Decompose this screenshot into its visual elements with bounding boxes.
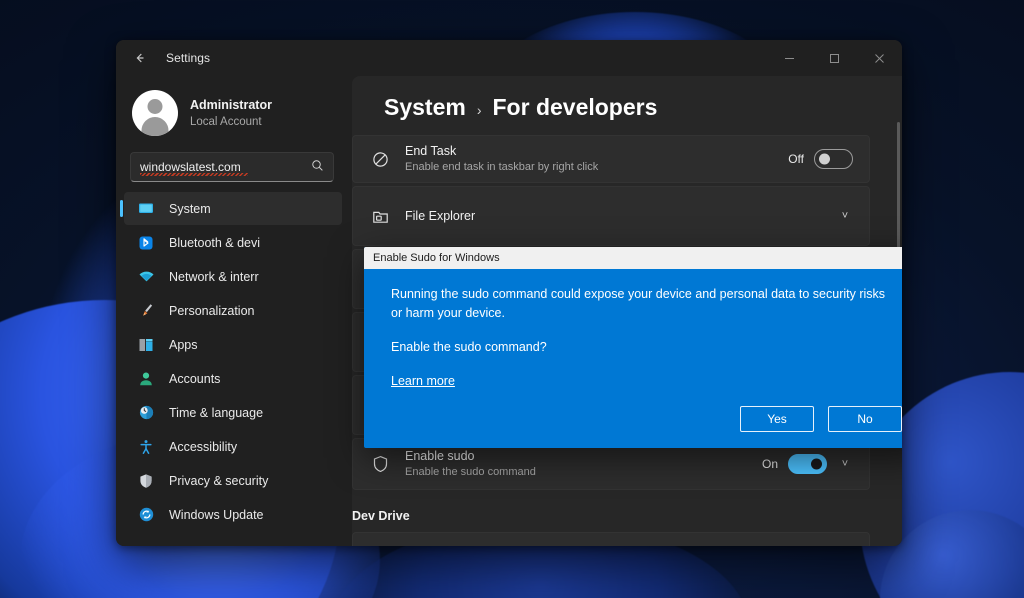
breadcrumb-root[interactable]: System (384, 94, 466, 121)
dialog-button-row: Yes No (391, 406, 902, 432)
window-controls (767, 40, 902, 76)
account-subtitle: Local Account (190, 114, 272, 130)
accessibility-icon (136, 437, 156, 457)
sidebar-item-label: Accounts (169, 372, 220, 386)
accounts-icon (136, 369, 156, 389)
folder-icon (369, 205, 391, 227)
enable-sudo-dialog: Enable Sudo for Windows Running the sudo… (364, 247, 902, 448)
dialog-paragraph-2: Enable the sudo command? (391, 338, 891, 357)
chevron-down-icon[interactable]: ˅ (837, 458, 853, 470)
sidebar-item-accounts[interactable]: Accounts (124, 362, 342, 395)
section-header-dev-drive: Dev Drive (352, 493, 870, 532)
setting-row-file-explorer[interactable]: File Explorer ˅ (352, 186, 870, 246)
back-button[interactable] (124, 42, 156, 74)
no-button[interactable]: No (828, 406, 902, 432)
window-titlebar: Settings (116, 40, 902, 76)
sidebar-item-label: Windows Update (169, 508, 264, 522)
sidebar: Administrator Local Account windowslates… (116, 76, 352, 546)
end-task-toggle[interactable] (814, 149, 853, 169)
learn-more-link[interactable]: Learn more (391, 374, 455, 388)
paintbrush-icon (136, 301, 156, 321)
sidebar-item-windows-update[interactable]: Windows Update (124, 498, 342, 531)
dialog-title: Enable Sudo for Windows (373, 252, 500, 264)
apps-icon (136, 335, 156, 355)
update-icon (136, 505, 156, 525)
setting-title: File Explorer (405, 207, 837, 226)
enable-sudo-toggle[interactable] (788, 454, 827, 474)
dialog-body: Running the sudo command could expose yo… (364, 269, 902, 448)
sidebar-item-label: System (169, 202, 211, 216)
sidebar-item-label: Accessibility (169, 440, 237, 454)
dialog-paragraph-1: Running the sudo command could expose yo… (391, 285, 891, 322)
setting-row-create-dev-drive[interactable]: Create a Dev Drive › (352, 532, 870, 546)
drive-icon (369, 544, 391, 546)
sidebar-item-label: Personalization (169, 304, 254, 318)
setting-subtitle: Enable the sudo command (405, 465, 762, 481)
yes-button[interactable]: Yes (740, 406, 814, 432)
account-block[interactable]: Administrator Local Account (116, 76, 348, 150)
sidebar-item-label: Time & language (169, 406, 263, 420)
sidebar-item-label: Apps (169, 338, 198, 352)
clock-icon (136, 403, 156, 423)
sidebar-item-accessibility[interactable]: Accessibility (124, 430, 342, 463)
setting-row-end-task[interactable]: End Task Enable end task in taskbar by r… (352, 135, 870, 183)
wifi-icon (136, 267, 156, 287)
setting-title: End Task (405, 142, 788, 161)
sidebar-item-time-language[interactable]: Time & language (124, 396, 342, 429)
sidebar-item-system[interactable]: System (124, 192, 342, 225)
account-name: Administrator (190, 96, 272, 114)
shield-icon (369, 453, 391, 475)
app-title: Settings (166, 51, 210, 65)
setting-subtitle: Enable end task in taskbar by right clic… (405, 160, 788, 176)
desktop-wallpaper: Settings Administrator (0, 0, 1024, 598)
breadcrumb-separator: › (477, 102, 482, 118)
maximize-icon[interactable] (812, 40, 857, 76)
spellcheck-underline (140, 173, 248, 176)
sidebar-item-label: Network & interr (169, 270, 259, 284)
sidebar-item-bluetooth[interactable]: Bluetooth & devi (124, 226, 342, 259)
status-label: On (762, 457, 778, 471)
block-icon (369, 148, 391, 170)
chevron-down-icon[interactable]: ˅ (837, 210, 853, 222)
sidebar-item-personalization[interactable]: Personalization (124, 294, 342, 327)
bluetooth-icon (136, 233, 156, 253)
search-input[interactable]: windowslatest.com (130, 152, 334, 182)
sidebar-item-apps[interactable]: Apps (124, 328, 342, 361)
minimize-icon[interactable] (767, 40, 812, 76)
breadcrumb-leaf: For developers (493, 94, 658, 121)
search-icon[interactable] (311, 159, 324, 175)
setting-title: Enable sudo (405, 447, 762, 466)
search-value-text: windowslatest.com (140, 160, 241, 174)
status-label: Off (788, 152, 804, 166)
monitor-icon (136, 199, 156, 219)
sidebar-item-label: Privacy & security (169, 474, 268, 488)
dialog-titlebar: Enable Sudo for Windows (364, 247, 902, 269)
close-icon[interactable] (857, 40, 902, 76)
breadcrumb: System › For developers (352, 76, 902, 135)
sidebar-item-network[interactable]: Network & interr (124, 260, 342, 293)
user-avatar-icon (132, 90, 178, 136)
settings-window: Settings Administrator (116, 40, 902, 546)
sidebar-item-privacy-security[interactable]: Privacy & security (124, 464, 342, 497)
sidebar-item-label: Bluetooth & devi (169, 236, 260, 250)
shield-icon (136, 471, 156, 491)
